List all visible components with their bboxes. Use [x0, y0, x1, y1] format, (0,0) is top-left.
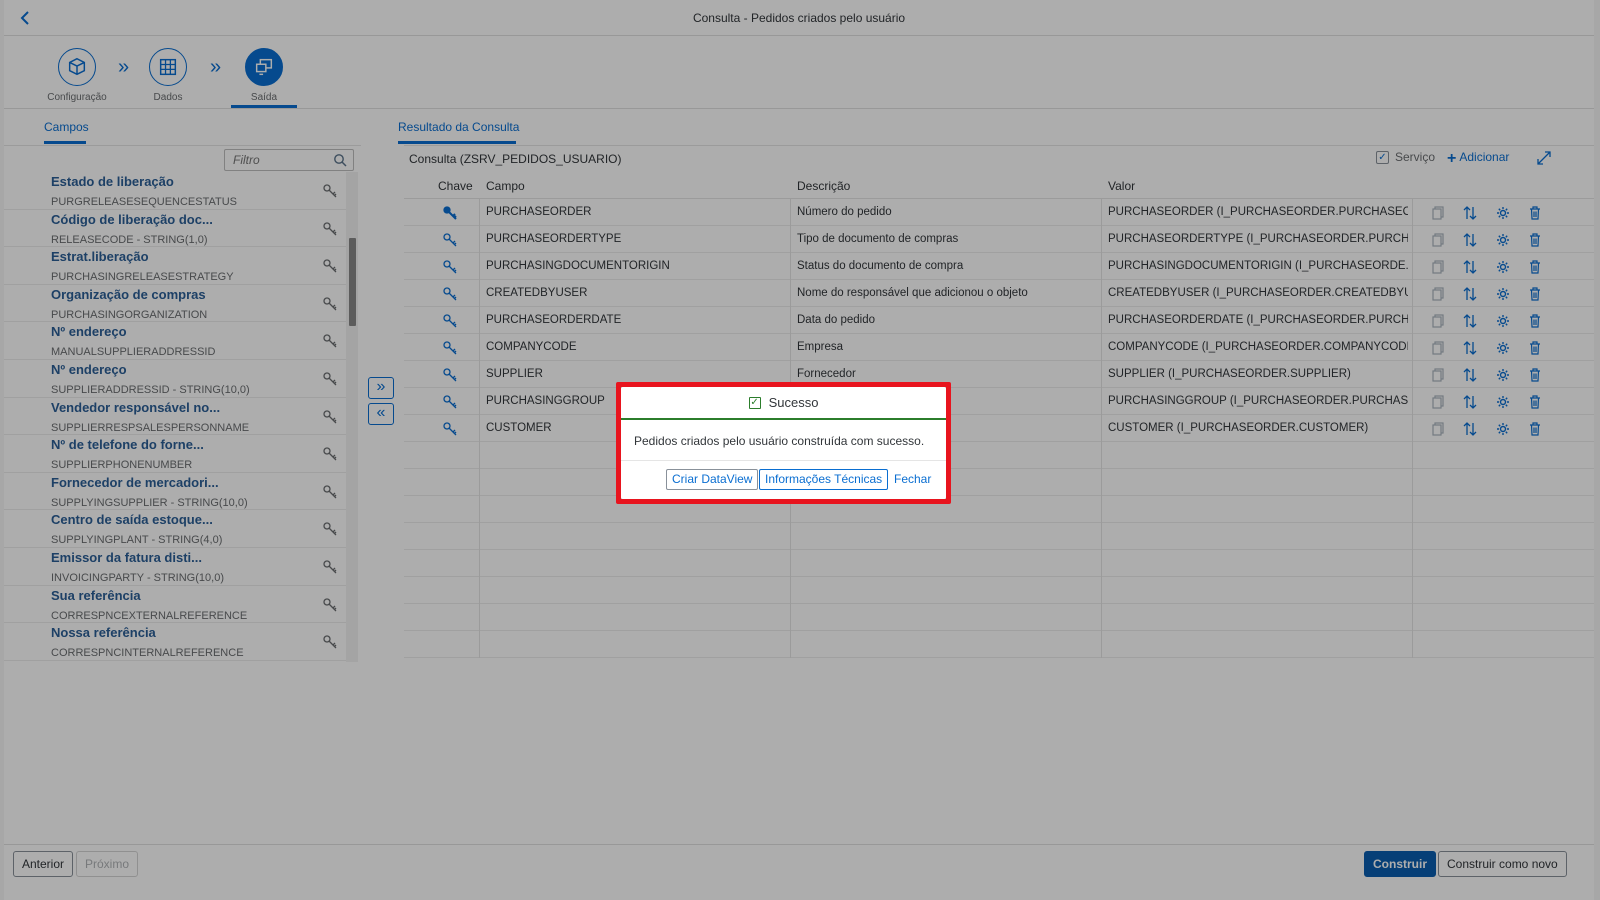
- success-check-icon: ✓: [748, 396, 761, 409]
- success-dialog: ✓ Sucesso Pedidos criados pelo usuário c…: [621, 387, 946, 499]
- dialog-header: ✓ Sucesso: [621, 387, 946, 420]
- criar-dataview-button[interactable]: Criar DataView: [666, 469, 759, 490]
- dialog-footer: Criar DataView Informações Técnicas Fech…: [621, 460, 946, 499]
- dialog-title: Sucesso: [768, 395, 819, 410]
- informacoes-tecnicas-button[interactable]: Informações Técnicas: [759, 469, 889, 490]
- app-root: Consulta - Pedidos criados pelo usuário …: [0, 0, 1600, 900]
- fechar-button[interactable]: Fechar: [888, 469, 938, 490]
- dialog-message: Pedidos criados pelo usuário construída …: [634, 434, 925, 448]
